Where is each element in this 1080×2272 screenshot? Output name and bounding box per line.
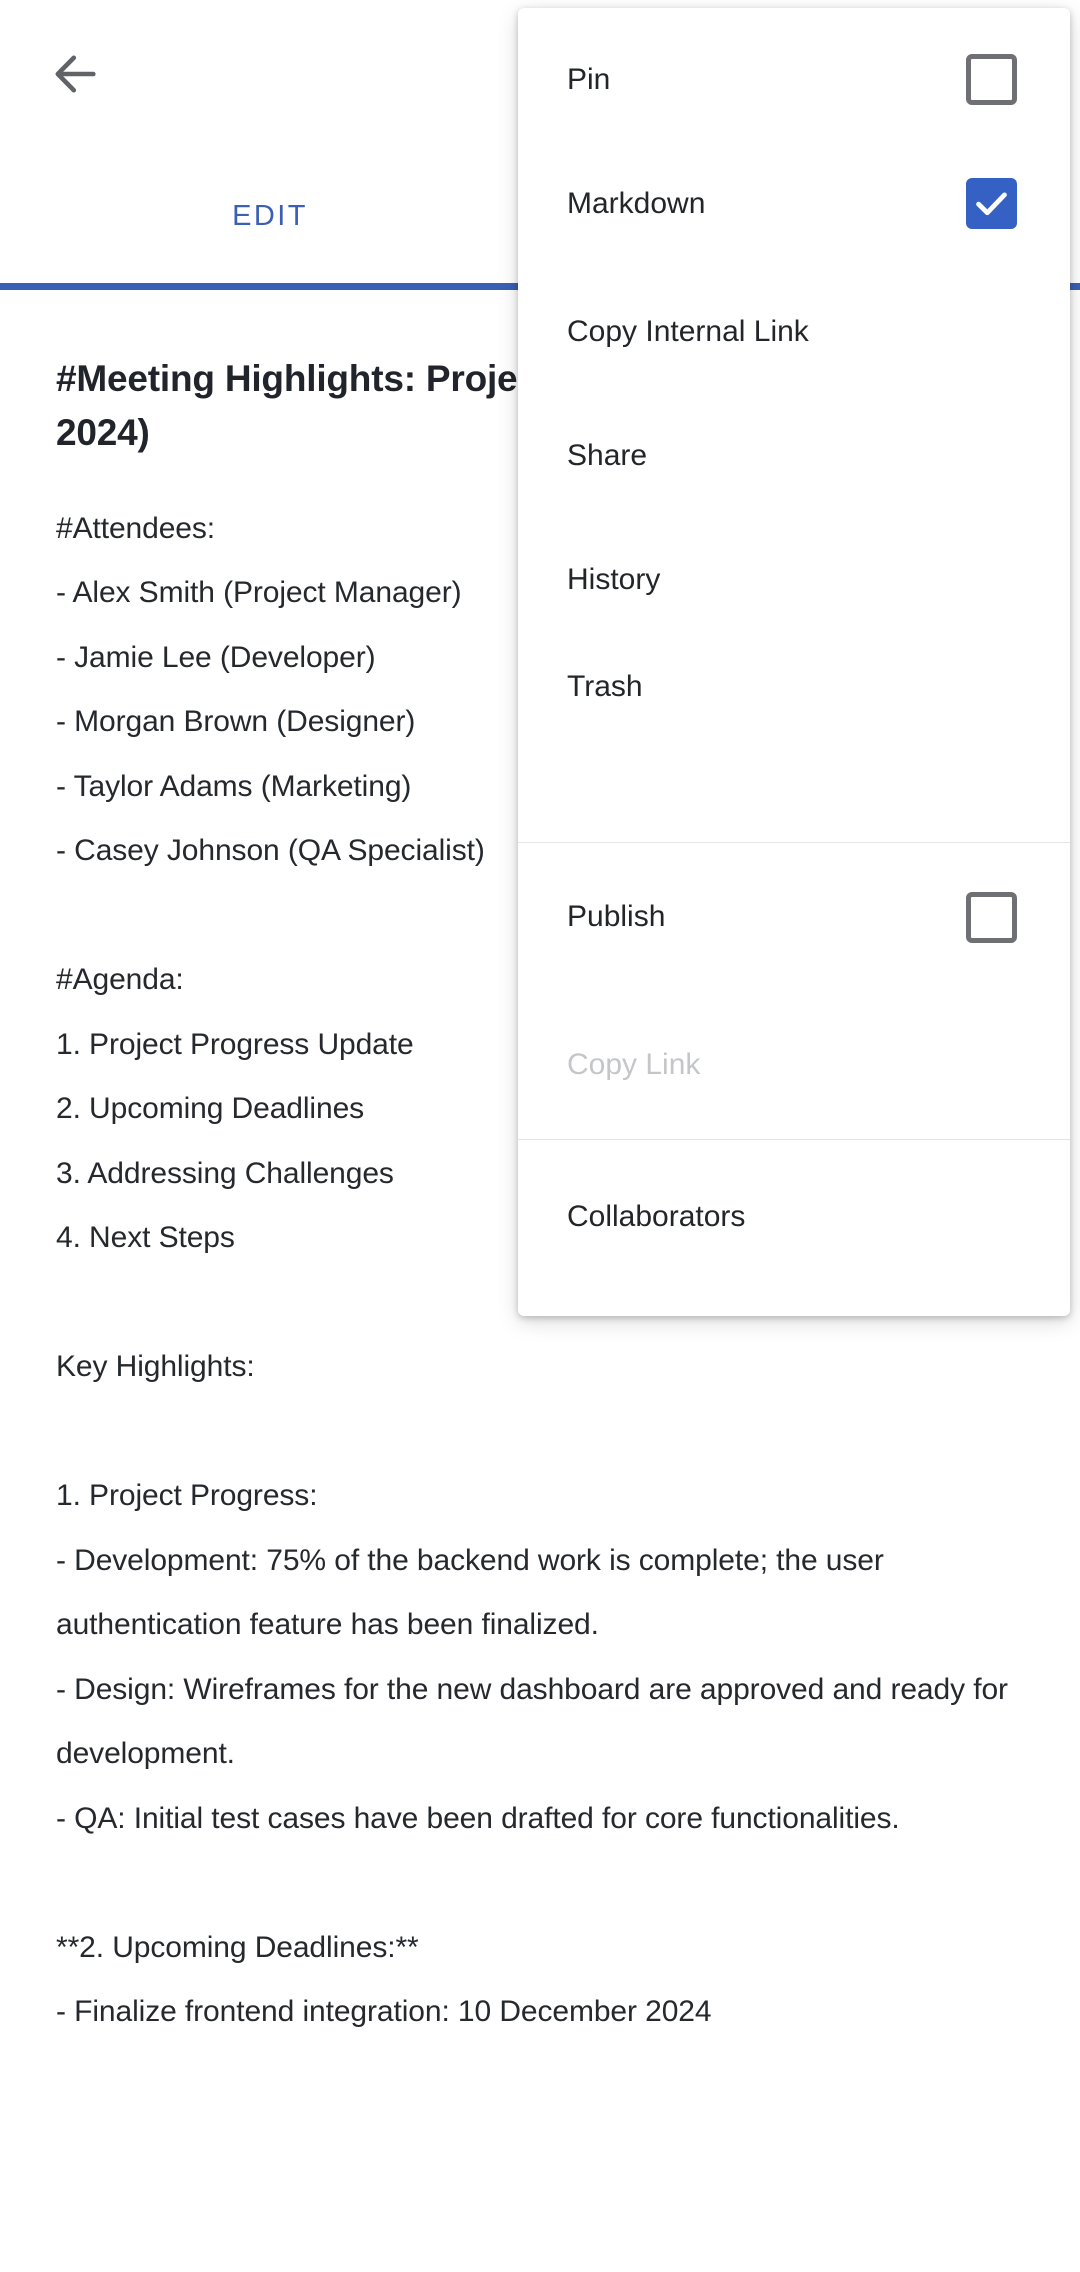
menu-group-primary: Pin Markdown Copy Internal Link Share Hi… bbox=[518, 8, 1070, 842]
back-button[interactable] bbox=[30, 28, 122, 120]
menu-item-markdown[interactable]: Markdown bbox=[518, 137, 1070, 270]
menu-item-publish[interactable]: Publish bbox=[518, 843, 1070, 991]
menu-item-copy-internal-link-label: Copy Internal Link bbox=[567, 315, 809, 348]
menu-group-publish: Publish Copy Link bbox=[518, 843, 1070, 1139]
menu-item-markdown-label: Markdown bbox=[567, 186, 706, 220]
pin-checkbox[interactable] bbox=[966, 54, 1017, 105]
app-root: EDIT #Meeting Highlights: Project Update… bbox=[0, 0, 1080, 2272]
menu-item-trash-label: Trash bbox=[567, 670, 643, 703]
tab-edit[interactable]: EDIT bbox=[0, 145, 540, 287]
publish-checkbox[interactable] bbox=[966, 891, 1017, 943]
overflow-menu[interactable]: Pin Markdown Copy Internal Link Share Hi… bbox=[518, 8, 1070, 1316]
menu-item-copy-link-label: Copy Link bbox=[567, 1048, 701, 1081]
menu-item-share-label: Share bbox=[567, 439, 648, 472]
menu-group-collaborators: Collaborators bbox=[518, 1140, 1070, 1304]
menu-item-trash[interactable]: Trash bbox=[518, 642, 1070, 842]
menu-item-collaborators-label: Collaborators bbox=[567, 1200, 746, 1233]
menu-item-copy-internal-link[interactable]: Copy Internal Link bbox=[518, 270, 1070, 394]
menu-item-pin[interactable]: Pin bbox=[518, 8, 1070, 137]
markdown-checkbox[interactable] bbox=[966, 178, 1017, 229]
menu-item-pin-label: Pin bbox=[567, 62, 611, 96]
menu-item-history[interactable]: History bbox=[518, 518, 1070, 642]
menu-item-collaborators[interactable]: Collaborators bbox=[518, 1140, 1070, 1304]
tab-edit-label: EDIT bbox=[232, 199, 308, 232]
menu-item-copy-link: Copy Link bbox=[518, 991, 1070, 1139]
menu-item-share[interactable]: Share bbox=[518, 394, 1070, 518]
arrow-left-icon bbox=[50, 48, 102, 100]
menu-item-publish-label: Publish bbox=[567, 900, 666, 933]
menu-item-history-label: History bbox=[567, 563, 661, 596]
